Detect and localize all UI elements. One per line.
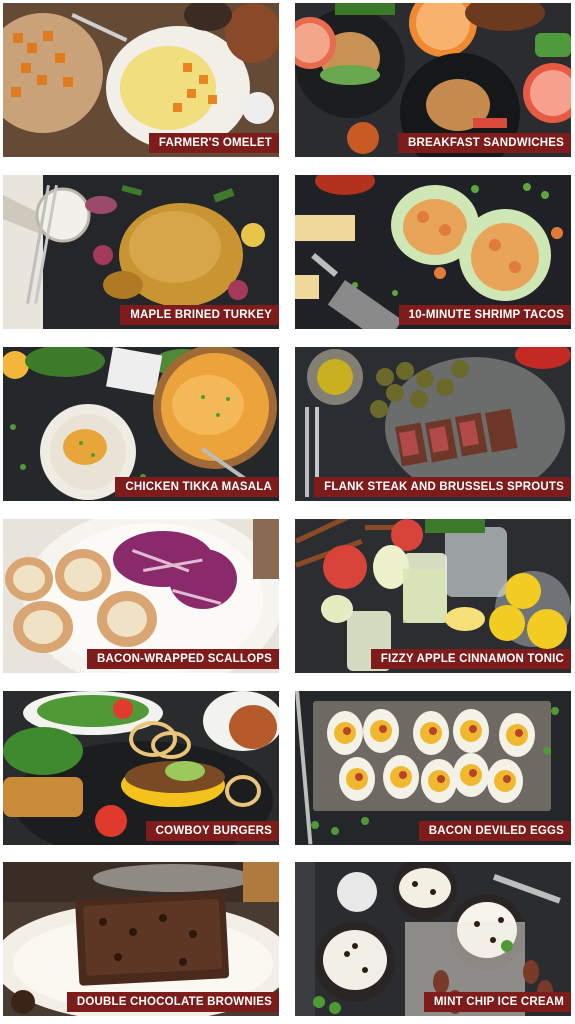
recipe-title: BACON DEVILED EGGS	[418, 821, 571, 841]
recipe-card-double-chocolate-brownies[interactable]: DOUBLE CHOCOLATE BROWNIES	[3, 862, 279, 1016]
recipe-card-breakfast-sandwiches[interactable]: BREAKFAST SANDWICHES	[295, 3, 571, 157]
recipe-card-maple-brined-turkey[interactable]: MAPLE BRINED TURKEY	[3, 175, 279, 329]
recipe-title: MINT CHIP ICE CREAM	[423, 992, 571, 1012]
recipe-title: CHICKEN TIKKA MASALA	[115, 477, 279, 497]
recipe-title: FLANK STEAK AND BRUSSELS SPROUTS	[314, 477, 571, 497]
recipe-title: FARMER'S OMELET	[148, 133, 279, 153]
recipe-title: COWBOY BURGERS	[145, 821, 279, 841]
recipe-card-10-minute-shrimp-tacos[interactable]: 10-MINUTE SHRIMP TACOS	[295, 175, 571, 329]
recipe-title: BACON-WRAPPED SCALLOPS	[87, 649, 279, 669]
recipe-card-cowboy-burgers[interactable]: COWBOY BURGERS	[3, 691, 279, 845]
recipe-title: BREAKFAST SANDWICHES	[397, 133, 571, 153]
recipe-card-bacon-deviled-eggs[interactable]: BACON DEVILED EGGS	[295, 691, 571, 845]
recipe-title: DOUBLE CHOCOLATE BROWNIES	[66, 992, 279, 1012]
recipe-card-chicken-tikka-masala[interactable]: CHICKEN TIKKA MASALA	[3, 347, 279, 501]
recipe-title: FIZZY APPLE CINNAMON TONIC	[370, 649, 571, 669]
recipe-card-fizzy-apple-cinnamon-tonic[interactable]: FIZZY APPLE CINNAMON TONIC	[295, 519, 571, 673]
recipe-card-mint-chip-ice-cream[interactable]: MINT CHIP ICE CREAM	[295, 862, 571, 1016]
recipe-card-farmers-omelet[interactable]: FARMER'S OMELET	[3, 3, 279, 157]
recipe-card-flank-steak[interactable]: FLANK STEAK AND BRUSSELS SPROUTS	[295, 347, 571, 501]
recipe-card-bacon-wrapped-scallops[interactable]: BACON-WRAPPED SCALLOPS	[3, 519, 279, 673]
recipe-grid: FARMER'S OMELET BREAKFAST SANDWICHES MAP…	[0, 0, 575, 1024]
recipe-title: 10-MINUTE SHRIMP TACOS	[398, 305, 571, 325]
recipe-title: MAPLE BRINED TURKEY	[120, 305, 279, 325]
